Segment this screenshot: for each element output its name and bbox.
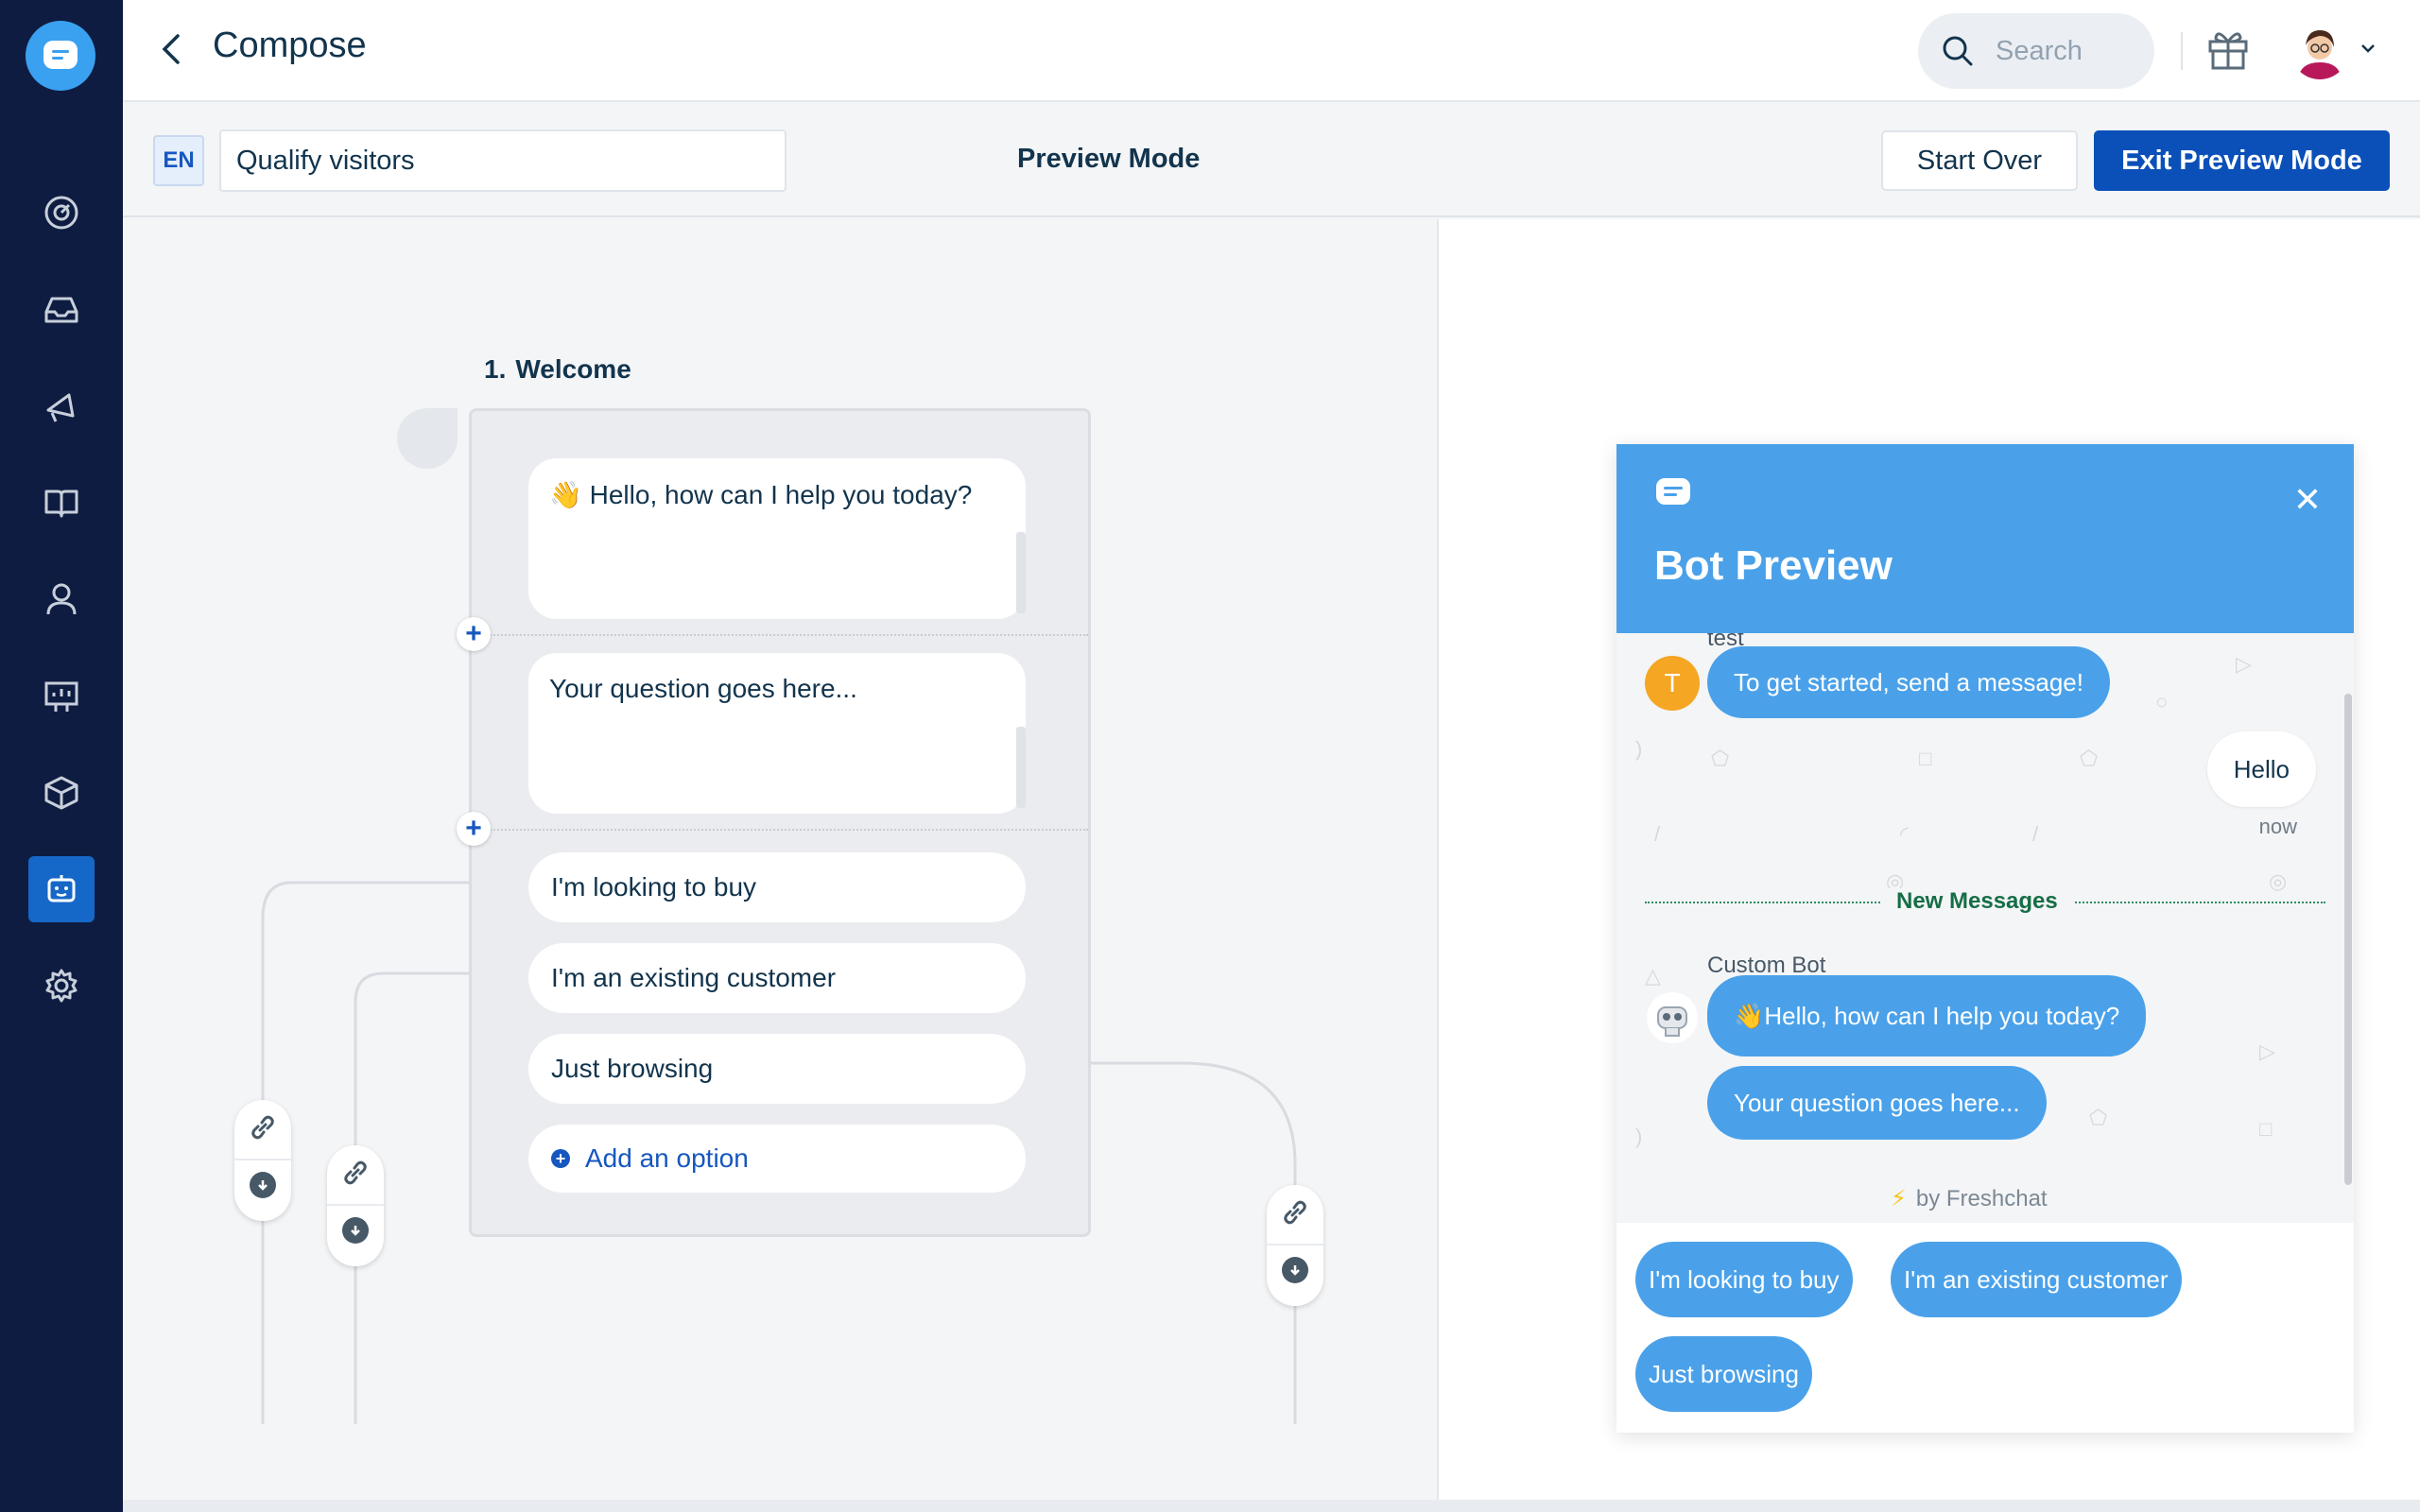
option-item[interactable]: I'm looking to buy <box>528 852 1026 922</box>
sidebar <box>0 0 123 1512</box>
message-text: 👋 Hello, how can I help you today? <box>549 480 973 509</box>
widget-title: Bot Preview <box>1654 542 1893 589</box>
chevron-down-icon[interactable] <box>2360 42 2377 60</box>
bots-icon[interactable] <box>28 856 95 922</box>
message-time: now <box>2258 815 2297 838</box>
widget-header: ✕ Bot Preview <box>1616 444 2354 633</box>
start-over-button[interactable]: Start Over <box>1881 130 2078 191</box>
decorative-shape: △ <box>1645 964 1661 988</box>
link-icon[interactable] <box>249 1113 277 1142</box>
decorative-shape: ◎ <box>2269 869 2288 893</box>
decorative-shape: ◜ <box>1900 822 1909 846</box>
contacts-icon[interactable] <box>28 566 95 632</box>
quick-replies: I'm looking to buy I'm an existing custo… <box>1616 1223 2354 1433</box>
decorative-shape: ) <box>1635 737 1643 761</box>
chat-icon <box>1656 478 1690 505</box>
link-icon[interactable] <box>1281 1198 1309 1227</box>
plus-circle-icon: + <box>551 1149 570 1168</box>
search-placeholder: Search <box>1996 36 2083 66</box>
decorative-shape: ▷ <box>2236 652 2252 676</box>
back-arrow-icon[interactable] <box>151 28 193 70</box>
chat-area[interactable]: ) ⬠ □ ⬠ ○ ▷ / ◜ / ◎ ◎ △ ⬠ □ ) ▷ test T T… <box>1616 633 2354 1223</box>
user-avatar: T <box>1645 656 1700 711</box>
quick-reply-button[interactable]: Just browsing <box>1635 1336 1812 1412</box>
avatar[interactable] <box>2290 21 2349 79</box>
decorative-shape: ▷ <box>2259 1040 2275 1063</box>
option-item[interactable]: I'm an existing customer <box>528 943 1026 1013</box>
search-icon <box>1943 36 1973 66</box>
lightning-icon: ⚡ <box>1891 1186 1907 1211</box>
new-messages-label: New Messages <box>1881 888 2073 915</box>
settings-icon[interactable] <box>28 953 95 1019</box>
decorative-shape: ⬠ <box>2089 1106 2108 1129</box>
powered-by: ⚡ by Freshchat <box>1891 1185 2048 1212</box>
option-connector[interactable] <box>327 1145 384 1266</box>
robot-icon <box>1647 992 1698 1043</box>
search-input[interactable]: Search <box>1918 13 2154 89</box>
knowledge-base-icon[interactable] <box>28 470 95 536</box>
option-item[interactable]: Just browsing <box>528 1034 1026 1104</box>
integrations-icon[interactable] <box>28 760 95 826</box>
add-message-button[interactable]: + <box>457 812 491 846</box>
bottom-strip <box>123 1500 2420 1512</box>
option-connector[interactable] <box>1267 1185 1323 1306</box>
add-option-button[interactable]: + Add an option <box>528 1125 1026 1193</box>
divider <box>472 829 1088 831</box>
arrow-down-icon[interactable] <box>342 1217 369 1244</box>
decorative-shape: ) <box>1635 1125 1643 1148</box>
close-icon[interactable]: ✕ <box>2293 480 2322 520</box>
question-scrollbar <box>1016 727 1026 808</box>
powered-by-label: by Freshchat <box>1915 1186 2048 1211</box>
freshchat-logo[interactable] <box>26 21 95 91</box>
user-message: To get started, send a message! <box>1707 646 2110 718</box>
flow-canvas[interactable]: 1. Welcome 👋 Hello, how can I help you to… <box>123 219 1437 1500</box>
bot-message: Your question goes here... <box>1707 1066 2047 1140</box>
scrollbar[interactable] <box>2344 694 2352 1185</box>
question-text: Your question goes here... <box>549 674 857 703</box>
editor-toolbar: EN Qualify visitors Preview Mode Start O… <box>123 104 2420 217</box>
bot-preview-widget: ✕ Bot Preview ) ⬠ □ ⬠ ○ ▷ / ◜ / ◎ ◎ △ ⬠ … <box>1616 444 2354 1433</box>
option-connector[interactable] <box>234 1100 291 1221</box>
step-number: 1. <box>484 354 507 384</box>
divider <box>472 634 1088 636</box>
quick-reply-button[interactable]: I'm looking to buy <box>1635 1242 1853 1317</box>
decorative-shape: □ <box>1919 747 1932 770</box>
gift-icon[interactable] <box>2204 25 2252 77</box>
page-title: Compose <box>213 26 367 65</box>
inbox-icon[interactable] <box>28 277 95 343</box>
decorative-shape: ⬠ <box>2080 747 2099 770</box>
add-message-button[interactable]: + <box>457 617 491 651</box>
decorative-shape: / <box>2032 822 2039 846</box>
welcome-step-card[interactable]: 👋 Hello, how can I help you today? + You… <box>457 408 1091 1237</box>
add-option-label: Add an option <box>585 1143 749 1173</box>
divider <box>1267 1244 1323 1246</box>
campaigns-icon[interactable] <box>28 373 95 439</box>
link-icon[interactable] <box>341 1159 370 1187</box>
arrow-down-icon[interactable] <box>1282 1257 1308 1283</box>
bot-name-field[interactable]: Qualify visitors <box>219 129 786 192</box>
decorative-shape: / <box>1654 822 1661 846</box>
bot-message: 👋Hello, how can I help you today? <box>1707 975 2147 1057</box>
bot-bubble-avatar <box>397 408 458 469</box>
exit-preview-button[interactable]: Exit Preview Mode <box>2094 130 2390 191</box>
decorative-shape: ⬠ <box>1711 747 1730 770</box>
reports-icon[interactable] <box>28 663 95 730</box>
divider <box>234 1159 291 1160</box>
question-box[interactable]: Your question goes here... <box>528 653 1026 814</box>
mode-label: Preview Mode <box>1017 144 1201 174</box>
message-box[interactable]: 👋 Hello, how can I help you today? <box>528 458 1026 619</box>
arrow-down-icon[interactable] <box>250 1172 276 1198</box>
topbar-divider <box>2181 32 2183 70</box>
language-badge[interactable]: EN <box>153 135 204 186</box>
step-title: 1. Welcome <box>484 354 631 385</box>
visitor-message: Hello <box>2206 731 2316 807</box>
message-scrollbar <box>1016 532 1026 613</box>
quick-reply-button[interactable]: I'm an existing customer <box>1891 1242 2182 1317</box>
decorative-shape: ○ <box>2155 690 2169 713</box>
topbar: Compose Search <box>123 0 2420 102</box>
decorative-shape: □ <box>2259 1117 2273 1141</box>
dashboard-icon[interactable] <box>28 180 95 246</box>
divider <box>327 1204 384 1206</box>
step-name: Welcome <box>515 354 631 384</box>
